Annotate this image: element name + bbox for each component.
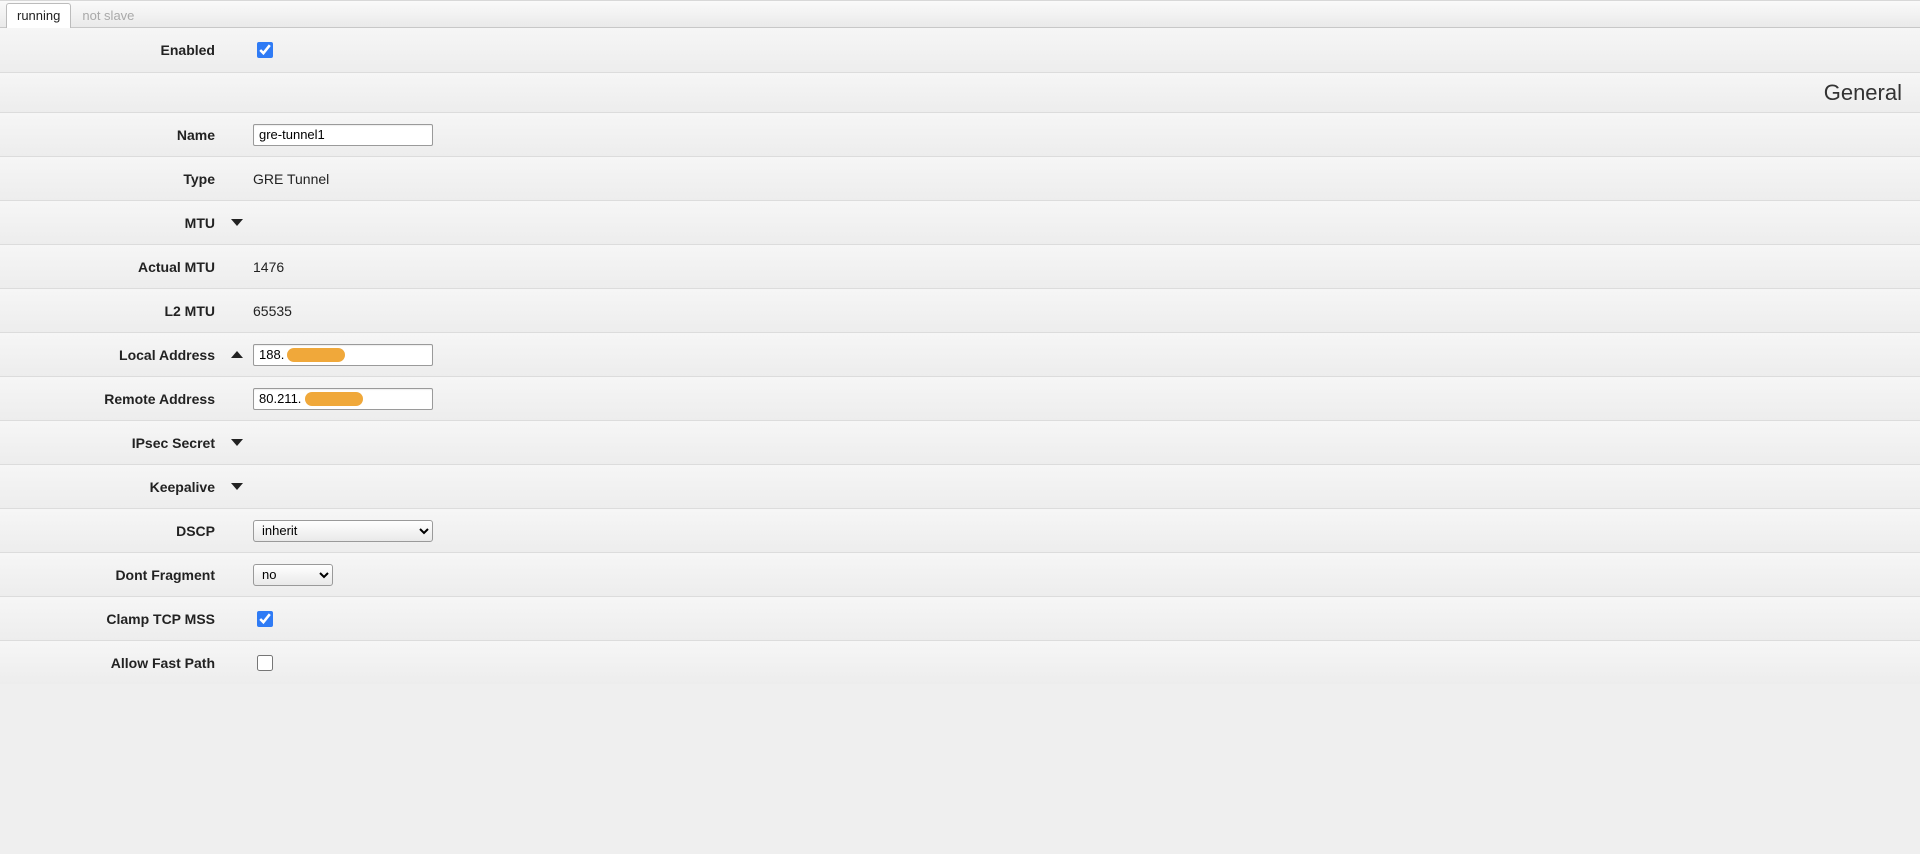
remote-address-input[interactable] [253,388,433,410]
chevron-down-icon[interactable] [231,219,243,226]
row-type: Type GRE Tunnel [0,156,1920,200]
interface-config-panel: running not slave Enabled General Name T… [0,0,1920,724]
chevron-up-icon[interactable] [231,351,243,358]
name-input[interactable] [253,124,433,146]
row-ipsec-secret: IPsec Secret [0,420,1920,464]
actual-mtu-value: 1476 [253,259,284,275]
section-header-general: General [0,72,1920,112]
status-tabs: running not slave [0,0,1920,28]
tab-not-slave[interactable]: not slave [71,3,145,27]
row-allow-fast-path: Allow Fast Path [0,640,1920,684]
local-address-input[interactable] [253,344,433,366]
form-rows: Enabled General Name Type GRE Tunnel [0,28,1920,684]
chevron-down-icon[interactable] [231,439,243,446]
label-keepalive: Keepalive [0,479,225,495]
label-enabled: Enabled [0,42,225,58]
label-dont-fragment: Dont Fragment [0,567,225,583]
row-clamp-tcp-mss: Clamp TCP MSS [0,596,1920,640]
tab-running[interactable]: running [6,3,71,28]
row-l2-mtu: L2 MTU 65535 [0,288,1920,332]
type-value: GRE Tunnel [253,171,329,187]
dont-fragment-select[interactable]: no [253,564,333,586]
row-local-address: Local Address [0,332,1920,376]
label-type: Type [0,171,225,187]
label-actual-mtu: Actual MTU [0,259,225,275]
clamp-tcp-mss-checkbox[interactable] [257,611,273,627]
label-mtu: MTU [0,215,225,231]
row-keepalive: Keepalive [0,464,1920,508]
label-ipsec-secret: IPsec Secret [0,435,225,451]
enabled-checkbox[interactable] [257,42,273,58]
row-dont-fragment: Dont Fragment no [0,552,1920,596]
label-local-address: Local Address [0,347,225,363]
allow-fast-path-checkbox[interactable] [257,655,273,671]
row-actual-mtu: Actual MTU 1476 [0,244,1920,288]
label-name: Name [0,127,225,143]
chevron-down-icon[interactable] [231,483,243,490]
label-clamp-tcp-mss: Clamp TCP MSS [0,611,225,627]
row-mtu: MTU [0,200,1920,244]
row-name: Name [0,112,1920,156]
label-l2-mtu: L2 MTU [0,303,225,319]
label-remote-address: Remote Address [0,391,225,407]
l2-mtu-value: 65535 [253,303,292,319]
row-enabled: Enabled [0,28,1920,72]
label-dscp: DSCP [0,523,225,539]
dscp-select[interactable]: inherit [253,520,433,542]
row-remote-address: Remote Address [0,376,1920,420]
row-dscp: DSCP inherit [0,508,1920,552]
label-allow-fast-path: Allow Fast Path [0,655,225,671]
